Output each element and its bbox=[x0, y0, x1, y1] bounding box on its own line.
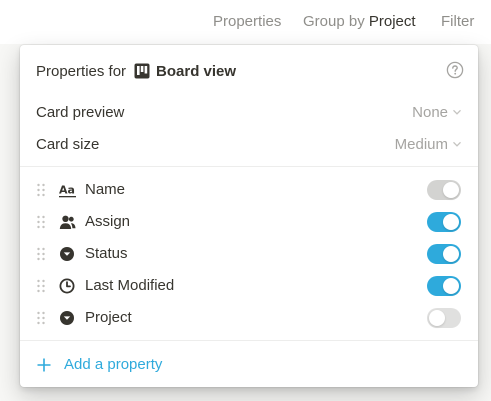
drag-handle-icon[interactable] bbox=[36, 215, 46, 229]
toggle-knob bbox=[443, 182, 459, 198]
property-name: Assign bbox=[85, 213, 131, 230]
visibility-toggle-last-modified[interactable] bbox=[427, 276, 461, 296]
property-row-status: Status bbox=[20, 238, 478, 270]
section-divider bbox=[20, 340, 478, 341]
popup-header: Properties for Board view bbox=[36, 61, 236, 81]
board-icon bbox=[134, 63, 150, 79]
visibility-toggle-project[interactable] bbox=[427, 308, 461, 328]
group-by-value: Project bbox=[368, 13, 416, 30]
property-name: Status bbox=[85, 245, 128, 262]
toggle-knob bbox=[429, 310, 445, 326]
view-name: Board view bbox=[156, 62, 237, 80]
card-preview-label: Card preview bbox=[36, 103, 125, 121]
toggle-knob bbox=[443, 246, 459, 262]
property-row-project: Project bbox=[20, 302, 478, 334]
drag-handle-icon[interactable] bbox=[36, 183, 46, 197]
property-name: Project bbox=[85, 309, 132, 326]
card-preview-setting[interactable]: Card preview None bbox=[20, 96, 478, 128]
card-size-setting[interactable]: Card size Medium bbox=[20, 128, 478, 160]
property-row-assign: Assign bbox=[20, 206, 478, 238]
question-circle-icon[interactable] bbox=[446, 61, 464, 79]
card-preview-value: None bbox=[412, 103, 448, 121]
drag-handle-icon[interactable] bbox=[36, 311, 46, 325]
property-row-last-modified: Last Modified bbox=[20, 270, 478, 302]
view-toolbar: Properties Group by Project Filter bbox=[0, 0, 491, 44]
toolbar-group-by-button[interactable]: Group by Project bbox=[303, 12, 416, 32]
add-property-label: Add a property bbox=[64, 356, 163, 373]
toolbar-filter-button[interactable]: Filter bbox=[441, 12, 474, 32]
add-property-button[interactable]: Add a property bbox=[20, 349, 478, 381]
plus-icon bbox=[37, 358, 51, 372]
property-name: Name bbox=[85, 181, 126, 198]
properties-popup: Properties for Board view Card preview N… bbox=[20, 45, 478, 387]
toolbar-properties-button[interactable]: Properties bbox=[213, 12, 281, 32]
select-icon bbox=[60, 247, 74, 261]
drag-handle-icon[interactable] bbox=[36, 247, 46, 261]
card-size-value: Medium bbox=[394, 135, 448, 153]
toggle-knob bbox=[443, 278, 459, 294]
visibility-toggle-assign[interactable] bbox=[427, 212, 461, 232]
property-row-name: Aa Name bbox=[20, 174, 478, 206]
section-divider bbox=[20, 166, 478, 167]
drag-handle-icon[interactable] bbox=[36, 279, 46, 293]
text-aa-icon: Aa bbox=[59, 184, 76, 198]
person-icon bbox=[59, 215, 76, 229]
group-by-prefix: Group by bbox=[303, 13, 365, 30]
property-name: Last Modified bbox=[85, 277, 175, 294]
chevron-down-icon bbox=[453, 141, 461, 147]
chevron-down-icon bbox=[453, 109, 461, 115]
popup-header-prefix: Properties for bbox=[36, 62, 127, 80]
select-icon bbox=[60, 311, 74, 325]
toggle-knob bbox=[443, 214, 459, 230]
visibility-toggle-status[interactable] bbox=[427, 244, 461, 264]
svg-text:Aa: Aa bbox=[59, 184, 75, 197]
clock-icon bbox=[59, 278, 75, 294]
card-size-label: Card size bbox=[36, 135, 100, 153]
visibility-toggle-name[interactable] bbox=[427, 180, 461, 200]
